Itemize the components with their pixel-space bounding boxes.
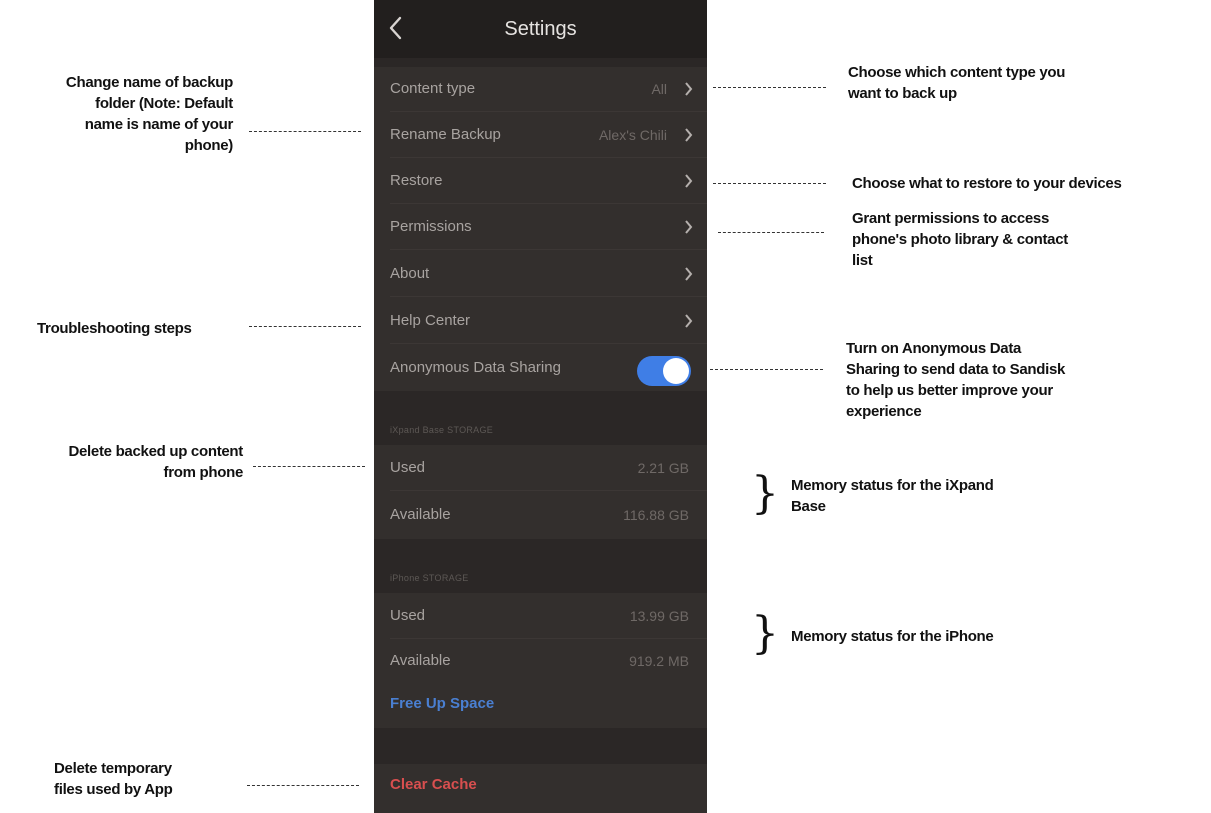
- rename-backup-row[interactable]: Rename Backup Alex's Chili: [374, 112, 707, 158]
- delete-backup-connector: [253, 466, 365, 467]
- annotation-line: list: [852, 252, 873, 269]
- row-label: Restore: [390, 172, 443, 189]
- content-type-row[interactable]: Content type All: [374, 66, 707, 112]
- row-value: Alex's Chili: [598, 127, 667, 143]
- annotation-line: Delete temporary: [54, 760, 172, 777]
- page-title: Settings: [504, 18, 577, 40]
- annotation-line: phone's photo library & contact: [852, 231, 1068, 248]
- annotation-line: Choose which content type you: [848, 64, 1066, 81]
- ixpand-storage-header: iXpand Base STORAGE: [390, 425, 494, 435]
- row-value: All: [651, 81, 667, 97]
- annotation-line: Delete backed up content: [68, 443, 243, 460]
- annotation-line: Memory status for the iXpand: [791, 477, 994, 494]
- restore-row[interactable]: Restore: [374, 158, 707, 204]
- free-up-space-button[interactable]: Free Up Space: [390, 695, 494, 712]
- settings-screen: Settings Content type All Rename Backup …: [374, 0, 707, 813]
- permissions-row[interactable]: Permissions: [374, 204, 707, 250]
- chevron-right-icon: [685, 267, 693, 281]
- rename-connector: [249, 131, 361, 132]
- row-label: Anonymous Data Sharing: [390, 359, 561, 376]
- toggle-knob: [663, 358, 689, 384]
- restore-annotation: Choose what to restore to your devices: [852, 175, 1122, 192]
- navigation-bar: Settings: [374, 0, 707, 58]
- chevron-right-icon: [685, 82, 693, 96]
- row-label: About: [390, 265, 430, 282]
- cache-annotation: Delete temporary files used by App: [54, 758, 173, 800]
- row-label: Used: [390, 459, 426, 476]
- row-label: Permissions: [390, 218, 472, 235]
- help-center-connector: [249, 326, 361, 327]
- annotation-line: phone): [184, 137, 234, 154]
- annotation-line: Turn on Anonymous Data: [846, 340, 1022, 357]
- annotation-line: Sharing to send data to Sandisk: [846, 361, 1066, 378]
- row-label: Rename Backup: [390, 126, 501, 143]
- annotation-line: Grant permissions to access: [852, 210, 1049, 227]
- chevron-right-icon: [685, 174, 693, 188]
- ixpand-available-row: Available 116.88 GB: [374, 492, 707, 538]
- restore-connector: [713, 183, 826, 184]
- chevron-right-icon: [685, 220, 693, 234]
- annotation-line: Base: [791, 498, 826, 515]
- iphone-available-row: Available 919.2 MB: [374, 638, 707, 684]
- row-label: Content type: [390, 80, 476, 97]
- permissions-connector: [718, 232, 824, 233]
- ixpand-used-row: Used 2.21 GB: [374, 445, 707, 491]
- annotation-line: folder (Note: Default: [95, 95, 233, 112]
- chevron-right-icon: [685, 128, 693, 142]
- ixpand-memory-annotation: Memory status for the iXpand Base: [791, 475, 994, 517]
- clear-cache-button[interactable]: Clear Cache: [390, 776, 477, 793]
- row-value: 13.99 GB: [629, 608, 689, 624]
- content-type-annotation: Choose which content type you want to ba…: [848, 62, 1065, 104]
- iphone-brace: }: [751, 608, 779, 659]
- content-type-connector: [713, 87, 826, 88]
- help-center-row[interactable]: Help Center: [374, 298, 707, 344]
- ixpand-brace: }: [751, 468, 779, 519]
- row-label: Available: [390, 652, 451, 669]
- chevron-right-icon: [685, 314, 693, 328]
- data-sharing-connector: [710, 369, 823, 370]
- row-label: Used: [390, 607, 426, 624]
- annotation-line: from phone: [163, 464, 244, 481]
- delete-backup-annotation: Delete backed up content from phone: [8, 441, 243, 483]
- annotation-line: files used by App: [54, 781, 173, 798]
- annotation-line: want to back up: [848, 85, 957, 102]
- row-value: 919.2 MB: [629, 653, 689, 669]
- row-value: 2.21 GB: [637, 460, 689, 476]
- cache-connector: [247, 785, 359, 786]
- iphone-used-row: Used 13.99 GB: [374, 593, 707, 639]
- about-row[interactable]: About: [374, 251, 707, 297]
- anonymous-data-sharing-toggle[interactable]: [637, 356, 691, 386]
- annotation-line: experience: [846, 403, 922, 420]
- rename-annotation: Change name of backup folder (Note: Defa…: [8, 72, 233, 156]
- annotation-line: Change name of backup: [65, 74, 233, 91]
- annotation-line: name is name of your: [84, 116, 234, 133]
- permissions-annotation: Grant permissions to access phone's phot…: [852, 208, 1068, 271]
- help-center-annotation: Troubleshooting steps: [37, 320, 192, 337]
- annotation-line: to help us better improve your: [846, 382, 1053, 399]
- data-sharing-annotation: Turn on Anonymous Data Sharing to send d…: [846, 338, 1065, 422]
- row-label: Help Center: [390, 312, 471, 329]
- iphone-storage-header: iPhone STORAGE: [390, 573, 469, 583]
- iphone-memory-annotation: Memory status for the iPhone: [791, 628, 994, 645]
- row-value: 116.88 GB: [623, 507, 689, 523]
- row-label: Available: [390, 506, 451, 523]
